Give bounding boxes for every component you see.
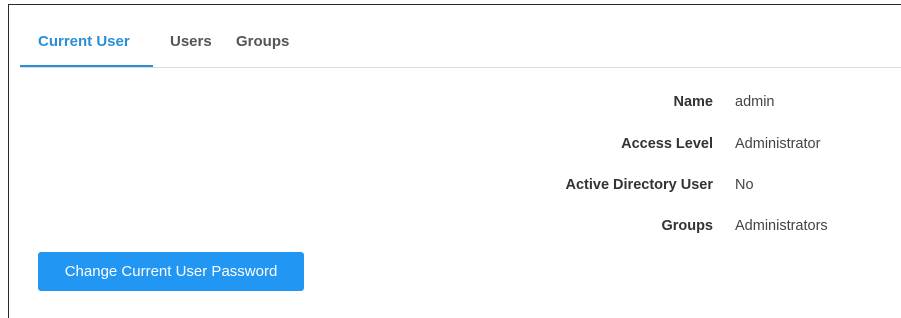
tab-groups[interactable]: Groups: [236, 5, 289, 67]
active-directory-label: Active Directory User: [565, 177, 714, 193]
access-level-value: Administrator: [735, 136, 821, 152]
tab-current-user[interactable]: Current User: [20, 5, 153, 67]
access-level-label: Access Level: [621, 136, 713, 152]
groups-value: Administrators: [735, 218, 828, 234]
active-directory-value: No: [735, 177, 754, 193]
tab-bar: Current User Users Groups: [20, 5, 901, 68]
change-password-button[interactable]: Change Current User Password: [38, 252, 304, 291]
tab-users[interactable]: Users: [170, 5, 212, 67]
info-row-name: Name admin: [9, 94, 901, 114]
info-row-groups: Groups Administrators: [9, 218, 901, 238]
info-row-active-directory: Active Directory User No: [9, 177, 901, 197]
info-row-access-level: Access Level Administrator: [9, 136, 901, 156]
name-label: Name: [673, 94, 714, 110]
groups-label: Groups: [661, 218, 713, 234]
user-panel: Current User Users Groups Name admin Acc…: [8, 4, 901, 318]
name-value: admin: [735, 94, 775, 110]
